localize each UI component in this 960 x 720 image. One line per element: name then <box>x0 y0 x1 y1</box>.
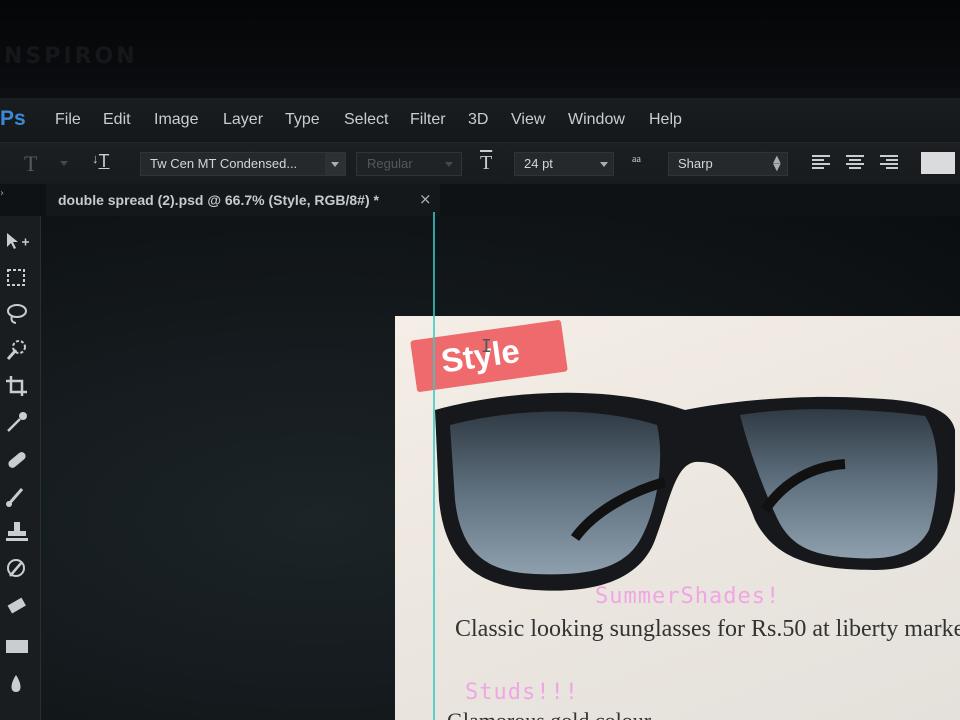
anti-alias-icon: aa <box>632 154 641 171</box>
eyedropper-icon[interactable] <box>4 410 30 434</box>
menu-edit[interactable]: Edit <box>103 111 131 129</box>
anti-alias-icon-glyph: aa <box>632 154 641 165</box>
document-tab-title: double spread (2).psd @ 66.7% (Style, RG… <box>58 192 379 208</box>
font-size-icon: T <box>480 152 493 174</box>
blur-tool-icon[interactable] <box>4 672 30 696</box>
healing-brush-icon[interactable] <box>4 448 30 472</box>
chevron-down-icon <box>600 162 608 167</box>
font-size-dropdown[interactable]: 24 pt <box>514 152 614 176</box>
menu-window[interactable]: Window <box>568 111 625 129</box>
photoshop-logo: Ps <box>0 107 26 130</box>
anti-alias-value: Sharp <box>678 156 713 171</box>
close-icon[interactable]: × <box>419 190 432 208</box>
text-orientation-icon[interactable]: ↓T <box>92 151 110 172</box>
move-tool-icon[interactable] <box>4 230 30 254</box>
text-color-swatch[interactable] <box>921 152 955 174</box>
font-family-dropdown[interactable]: Tw Cen MT Condensed... <box>140 152 346 176</box>
font-style-value: Regular <box>367 156 413 171</box>
text-cursor-icon: I <box>481 336 492 357</box>
font-family-arrow-box <box>325 153 345 175</box>
updown-arrows-icon: ▲ ▼ <box>773 154 781 173</box>
chevron-down-icon <box>331 162 339 167</box>
quick-select-icon[interactable] <box>4 338 30 362</box>
gradient-tool-icon[interactable] <box>4 634 30 658</box>
type-tool-icon[interactable]: T <box>24 151 37 177</box>
lasso-tool-icon[interactable] <box>4 302 30 326</box>
eraser-icon[interactable] <box>4 594 30 618</box>
panel-expand-icon[interactable]: › <box>0 188 4 199</box>
align-center-icon[interactable] <box>846 155 864 171</box>
studs-heading[interactable]: Studs!!! <box>465 680 579 705</box>
menu-select[interactable]: Select <box>344 111 388 129</box>
tools-panel <box>0 216 41 720</box>
menu-layer[interactable]: Layer <box>223 111 263 129</box>
summer-shades-heading[interactable]: SummerShades! <box>595 584 780 609</box>
clone-stamp-icon[interactable] <box>4 520 30 544</box>
marquee-tool-icon[interactable] <box>4 266 30 290</box>
anti-alias-dropdown[interactable]: Sharp ▲ ▼ <box>668 152 788 176</box>
menu-file[interactable]: File <box>55 111 81 129</box>
brush-tool-icon[interactable] <box>4 484 30 508</box>
crop-tool-icon[interactable] <box>4 374 30 398</box>
menu-help[interactable]: Help <box>649 111 682 129</box>
align-right-icon[interactable] <box>880 155 898 171</box>
menu-type[interactable]: Type <box>285 111 320 129</box>
menu-view[interactable]: View <box>511 111 545 129</box>
chevron-down-icon <box>445 162 453 167</box>
menu-filter[interactable]: Filter <box>410 111 446 129</box>
menu-3d[interactable]: 3D <box>468 111 488 129</box>
document-tab-bar: › double spread (2).psd @ 66.7% (Style, … <box>0 184 960 216</box>
menu-image[interactable]: Image <box>154 111 198 129</box>
summer-shades-text[interactable]: Classic looking sunglasses for Rs.50 at … <box>455 616 960 643</box>
options-bar: T ↓T Tw Cen MT Condensed... Regular T 24… <box>0 142 960 185</box>
font-style-dropdown[interactable]: Regular <box>356 152 462 176</box>
font-size-value: 24 pt <box>524 156 553 171</box>
menu-bar: Ps File Edit Image Layer Type Select Fil… <box>0 98 960 142</box>
studs-text[interactable]: Glamorous gold colour <box>447 708 651 720</box>
monitor-bezel: NSPIRON <box>0 0 960 88</box>
align-left-icon[interactable] <box>812 155 830 171</box>
bezel-brand: NSPIRON <box>4 44 138 69</box>
tool-preset-chevron-down-icon[interactable] <box>60 161 68 166</box>
document-tab[interactable]: double spread (2).psd @ 66.7% (Style, RG… <box>46 184 440 216</box>
font-family-value: Tw Cen MT Condensed... <box>150 156 298 171</box>
document-canvas[interactable]: Style I SummerShades! Classic looking su… <box>395 316 960 720</box>
vertical-guide-line[interactable] <box>433 212 435 720</box>
history-brush-icon[interactable] <box>4 556 30 580</box>
